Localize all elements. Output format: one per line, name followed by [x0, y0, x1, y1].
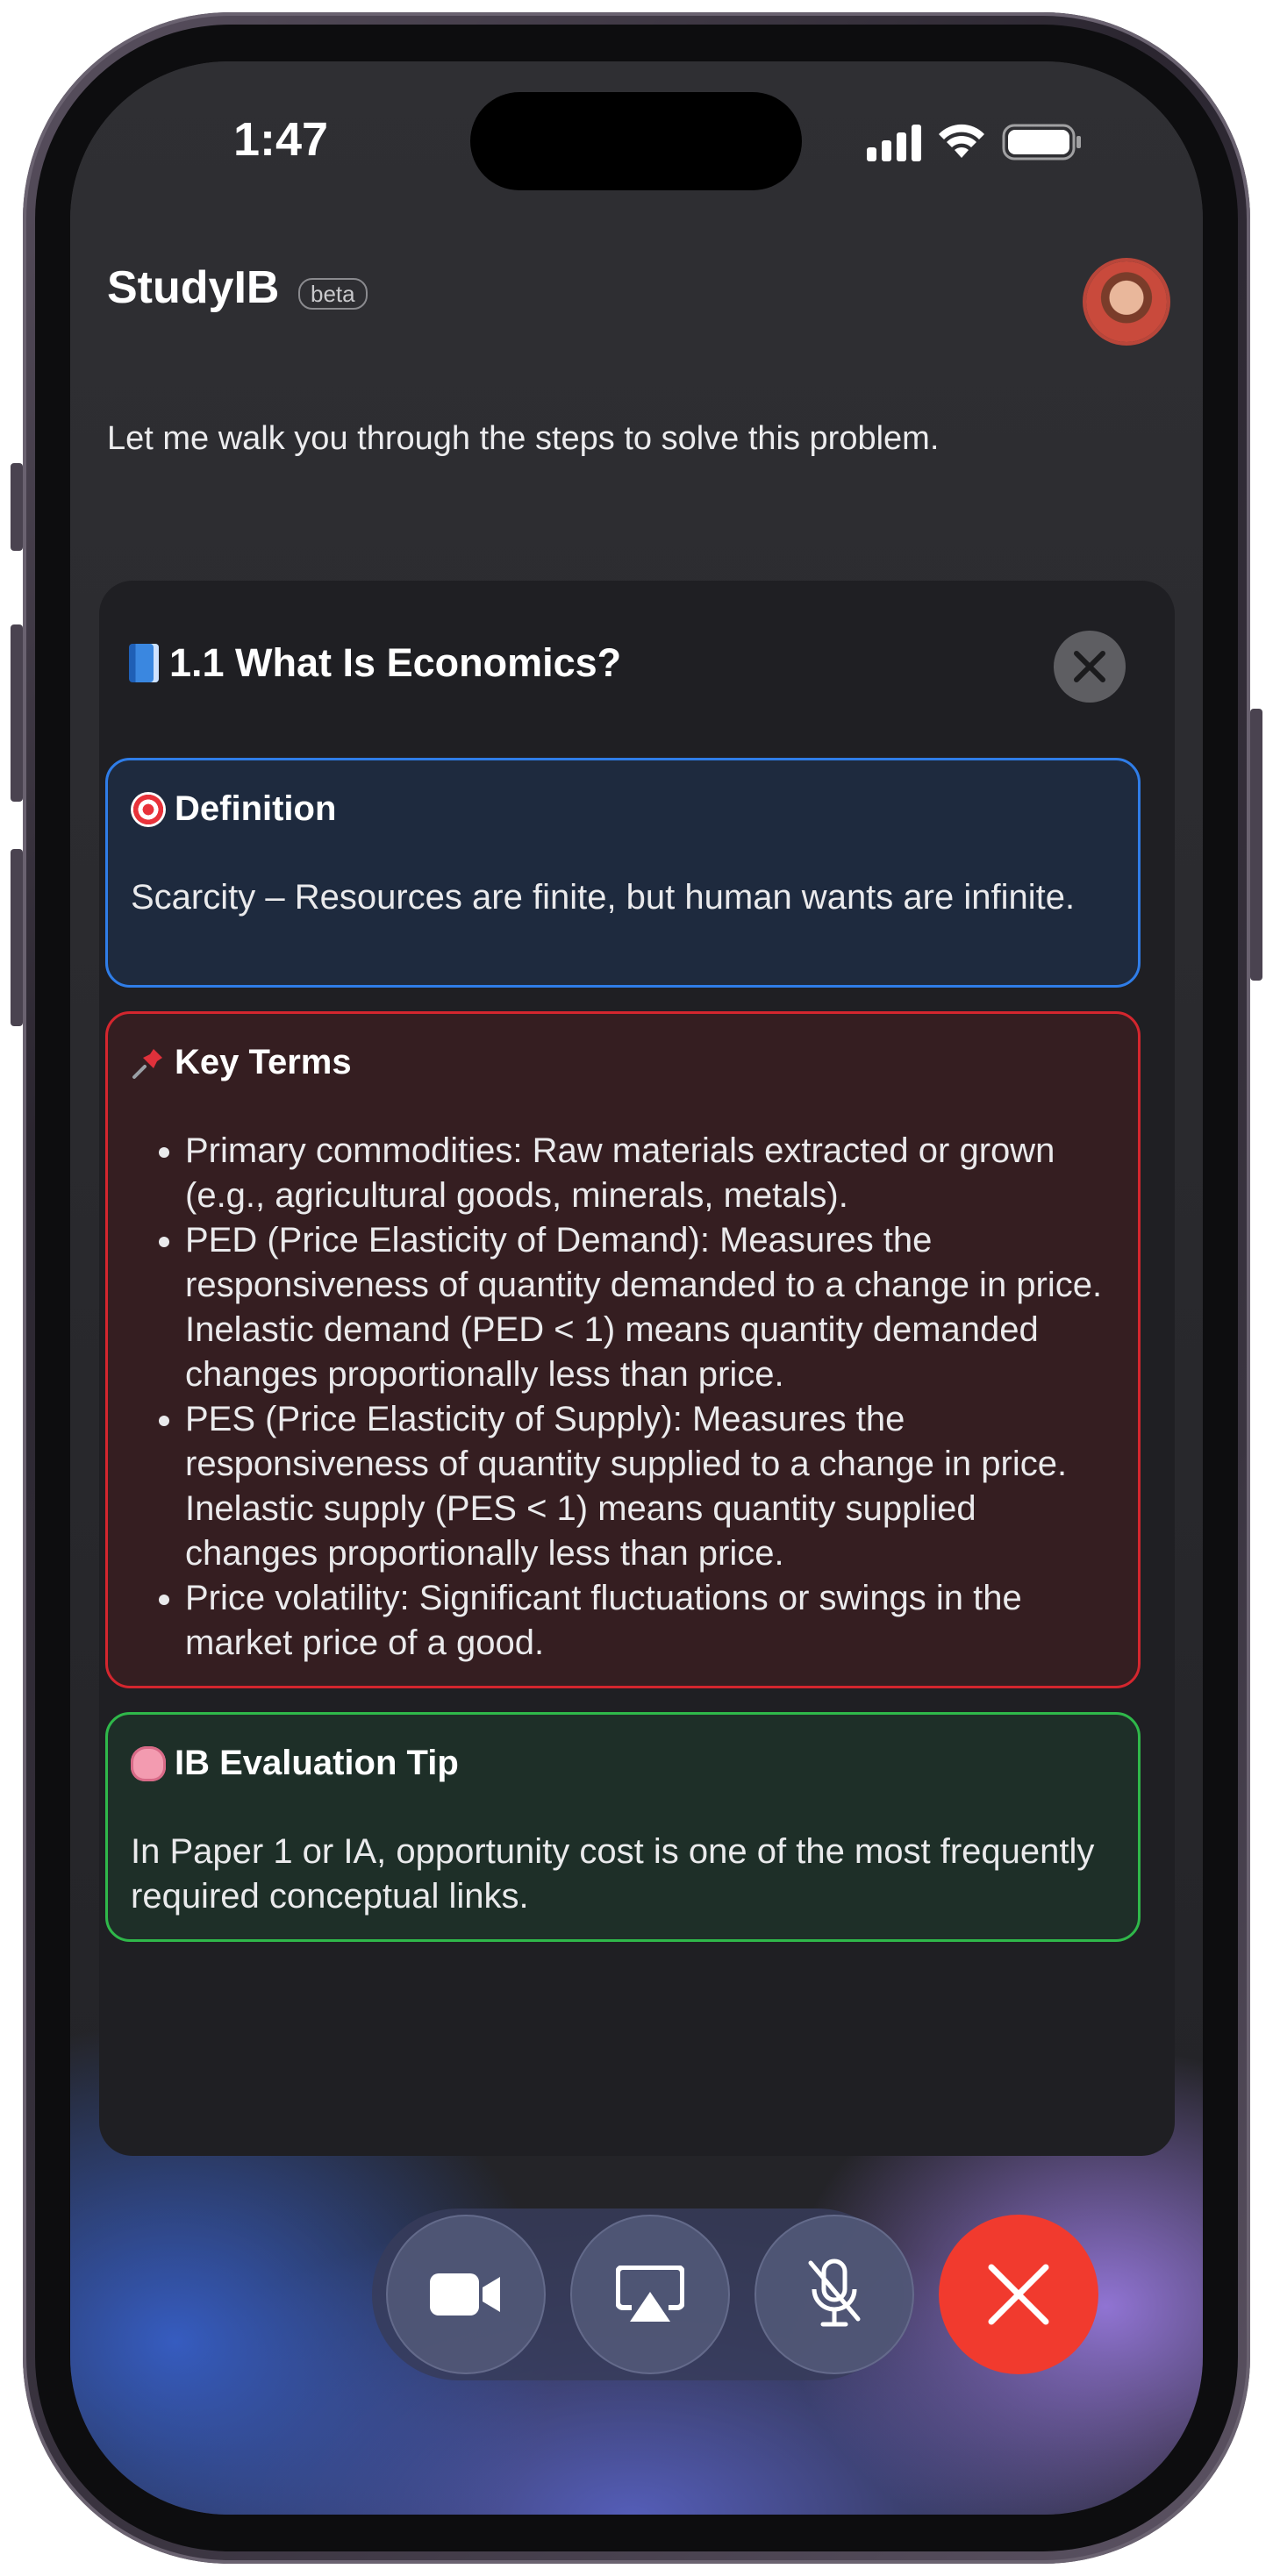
- brain-icon: [131, 1745, 166, 1781]
- definition-heading-text: Definition: [175, 789, 337, 828]
- app-title: StudyIB: [107, 262, 280, 313]
- evaluation-tip-card: IB Evaluation Tip In Paper 1 or IA, oppo…: [105, 1712, 1141, 1942]
- video-camera-icon: [430, 2273, 500, 2316]
- wifi-icon: [939, 124, 984, 158]
- volume-up-button: [11, 624, 23, 802]
- beta-badge: beta: [298, 278, 368, 310]
- tip-heading: IB Evaluation Tip: [131, 1741, 1115, 1786]
- assistant-message: Let me walk you through the steps to sol…: [107, 420, 940, 457]
- close-button[interactable]: [1054, 631, 1126, 703]
- book-icon: [129, 644, 159, 682]
- airplay-button[interactable]: [570, 2215, 730, 2374]
- tip-heading-text: IB Evaluation Tip: [175, 1744, 459, 1782]
- key-terms-list: Primary commodities: Raw materials extra…: [131, 1129, 1115, 1666]
- definition-body: Scarcity – Resources are finite, but hum…: [131, 878, 1076, 917]
- key-terms-card: Key Terms Primary commodities: Raw mater…: [105, 1011, 1141, 1688]
- dynamic-island: [470, 92, 802, 190]
- status-time: 1:47: [233, 113, 329, 166]
- end-call-button[interactable]: [939, 2215, 1098, 2374]
- power-button: [1250, 709, 1262, 981]
- volume-down-button: [11, 849, 23, 1026]
- airplay-icon: [616, 2266, 684, 2322]
- list-item: PES (Price Elasticity of Supply): Measur…: [185, 1397, 1115, 1576]
- mute-button[interactable]: [755, 2215, 914, 2374]
- target-icon: [131, 791, 166, 827]
- list-item: PED (Price Elasticity of Demand): Measur…: [185, 1218, 1115, 1397]
- lesson-title-text: 1.1 What Is Economics?: [169, 640, 622, 685]
- tip-body: In Paper 1 or IA, opportunity cost is on…: [131, 1832, 1095, 1916]
- close-icon: [1074, 651, 1105, 682]
- status-icons: [867, 116, 1083, 168]
- cellular-signal-icon: [867, 123, 921, 161]
- definition-card: Definition Scarcity – Resources are fini…: [105, 758, 1141, 988]
- user-avatar[interactable]: [1086, 261, 1167, 342]
- microphone-muted-icon: [808, 2258, 861, 2327]
- screen: 1:47 StudyIB beta Let me walk you throug…: [70, 61, 1203, 2515]
- camera-button[interactable]: [386, 2215, 546, 2374]
- list-item: Price volatility: Significant fluctuatio…: [185, 1576, 1115, 1666]
- lesson-title: 1.1 What Is Economics?: [129, 640, 621, 686]
- pin-icon: [132, 1048, 162, 1079]
- definition-heading: Definition: [131, 787, 1115, 831]
- list-item: Primary commodities: Raw materials extra…: [185, 1129, 1115, 1218]
- lesson-panel: 1.1 What Is Economics? Definition Scarci…: [99, 581, 1175, 2156]
- end-call-icon: [988, 2264, 1049, 2325]
- action-button: [11, 463, 23, 551]
- key-terms-heading-text: Key Terms: [175, 1043, 352, 1081]
- battery-icon: [1002, 124, 1081, 161]
- key-terms-heading: Key Terms: [131, 1040, 1115, 1085]
